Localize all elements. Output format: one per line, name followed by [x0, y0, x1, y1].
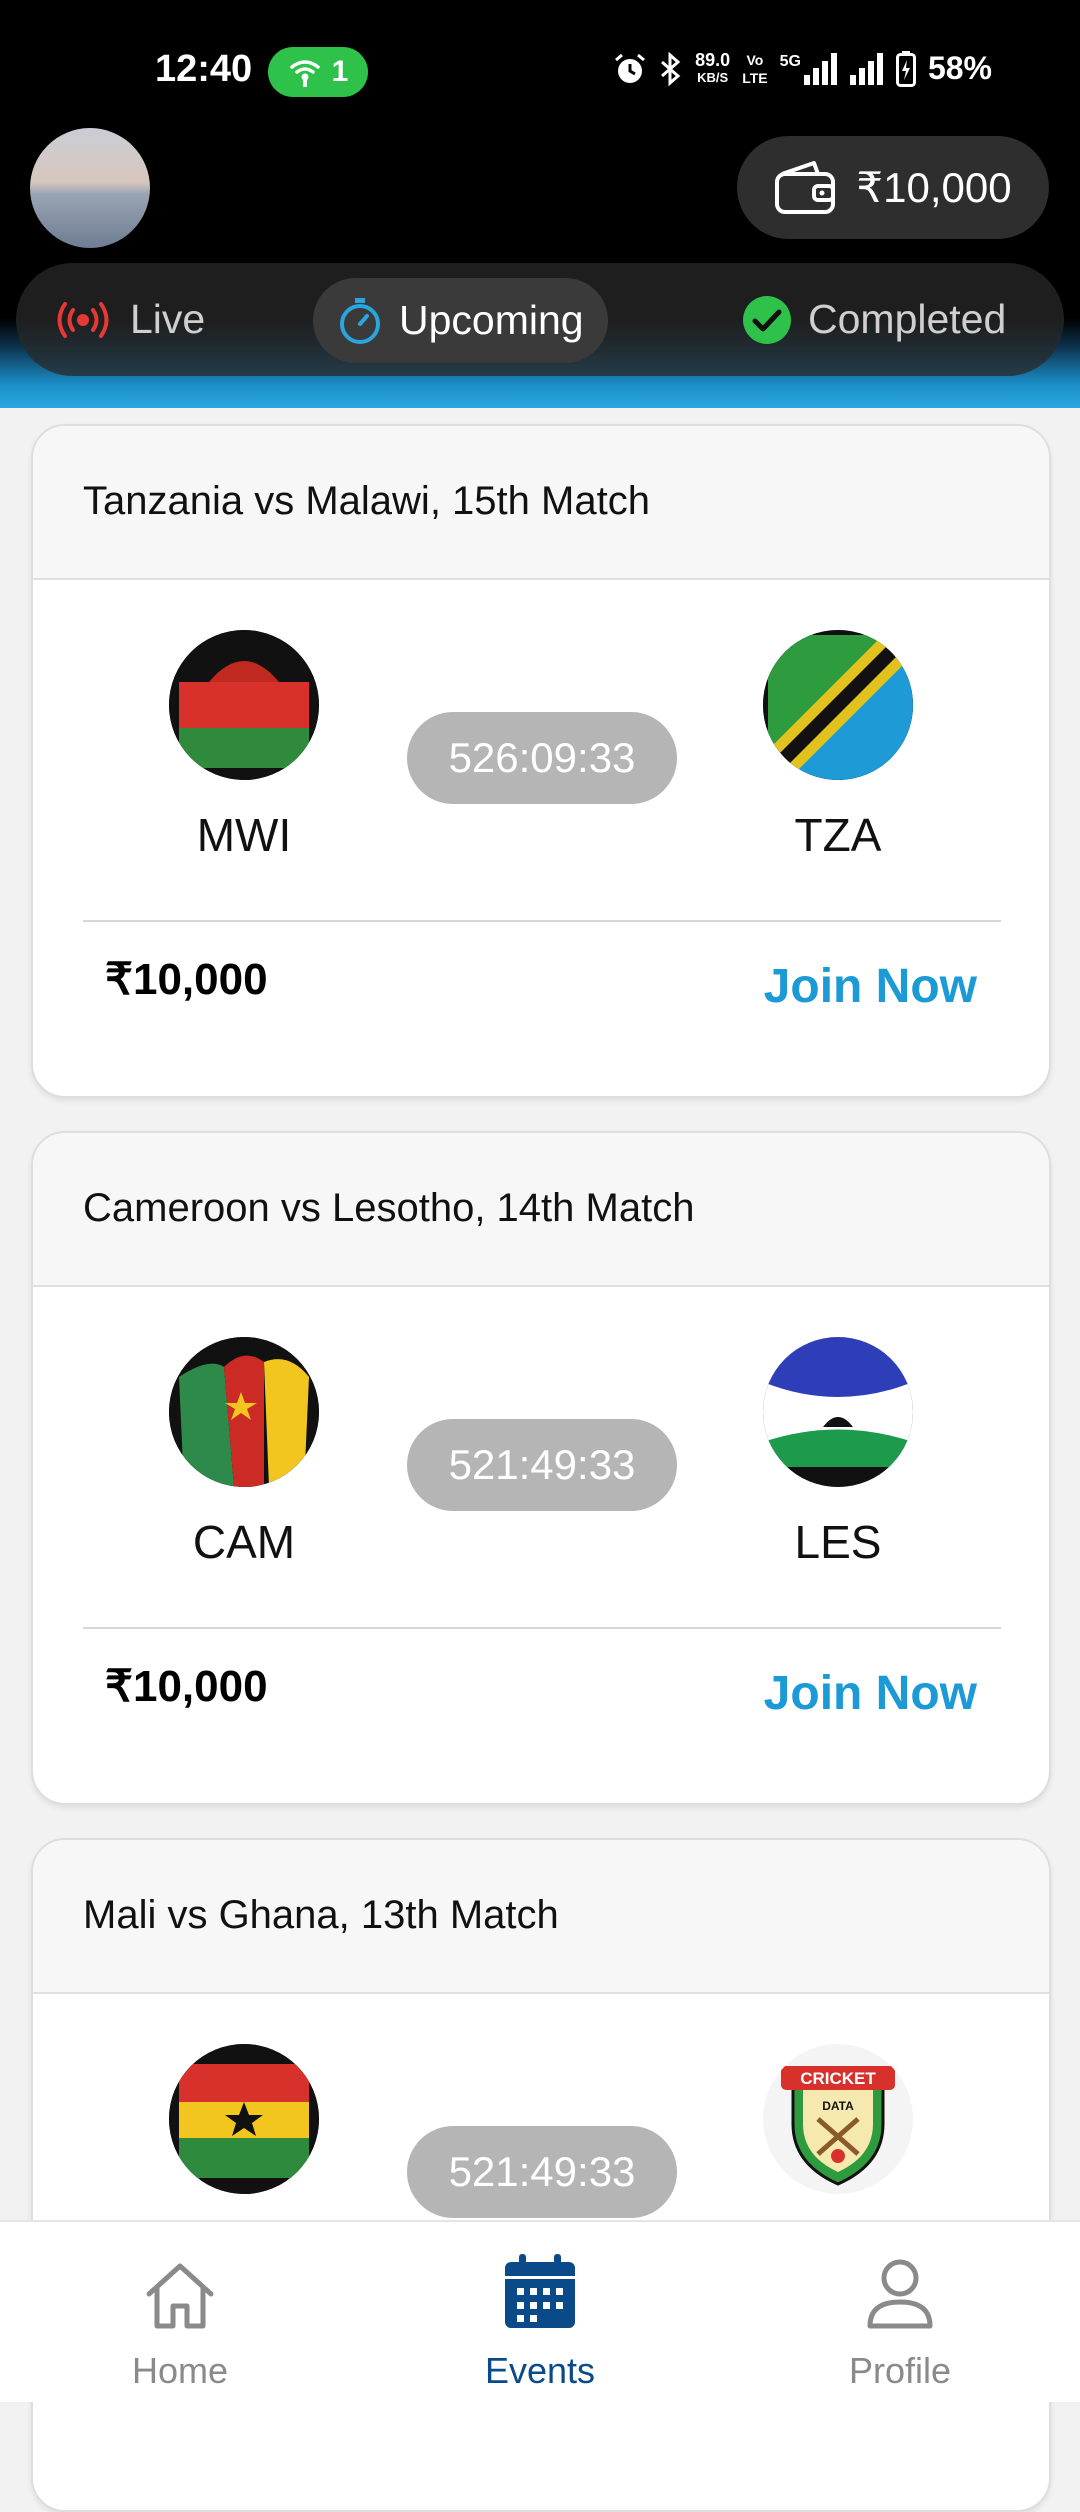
- team-left: MWI: [169, 630, 319, 862]
- signal-5g: 5G: [780, 52, 838, 85]
- signal-icon: [803, 52, 837, 85]
- net-speed: 89.0 KB/S: [695, 49, 731, 85]
- tab-upcoming-label: Upcoming: [399, 297, 584, 343]
- prize-amount: ₹10,000: [105, 955, 268, 1004]
- team-code-right: LES: [794, 1516, 882, 1568]
- nav-events-label: Events: [484, 2350, 596, 2391]
- nav-home[interactable]: Home: [70, 2244, 290, 2392]
- wallet-button[interactable]: ₹10,000: [737, 136, 1049, 239]
- nav-profile-label: Profile: [848, 2350, 952, 2391]
- bluetooth-icon: [661, 51, 681, 86]
- tab-completed-label: Completed: [808, 296, 1007, 342]
- hotspot-count: 1: [331, 55, 349, 88]
- tab-upcoming[interactable]: Upcoming: [313, 278, 608, 363]
- event-tabs: Live Upcoming Completed: [16, 263, 1064, 376]
- countdown-timer: 521:49:33: [407, 1419, 677, 1511]
- nav-events[interactable]: Events: [430, 2244, 650, 2392]
- battery-level: 58%: [927, 50, 992, 86]
- tab-live[interactable]: Live: [52, 263, 205, 376]
- match-card[interactable]: Cameroon vs Lesotho, 14th Match CAM 521:…: [31, 1131, 1051, 1805]
- hotspot-icon: [289, 60, 320, 87]
- hotspot-badge: 1: [268, 47, 368, 97]
- countdown-timer: 526:09:33: [407, 712, 677, 804]
- team-code-left: MWI: [196, 809, 292, 861]
- team-right: CRICKET DATA: [763, 2044, 913, 2194]
- status-time: 12:40: [155, 48, 253, 90]
- live-broadcast-icon: [57, 301, 109, 338]
- avatar[interactable]: [30, 128, 150, 248]
- malawi-flag-icon: [169, 630, 319, 780]
- tab-completed[interactable]: Completed: [742, 263, 1006, 376]
- user-icon: [867, 2259, 933, 2329]
- match-card-header: Mali vs Ghana, 13th Match: [33, 1840, 1049, 1994]
- match-card[interactable]: Tanzania vs Malawi, 15th Match MWI 526:0…: [31, 424, 1051, 1098]
- join-now-button[interactable]: Join Now: [764, 959, 977, 1014]
- lesotho-flag-icon: [763, 1337, 913, 1487]
- match-card-header: Cameroon vs Lesotho, 14th Match: [33, 1133, 1049, 1287]
- cricket-data-logo-icon: CRICKET DATA: [763, 2044, 913, 2194]
- status-icons: 89.0 KB/S Vo LTE 5G 58%: [613, 50, 992, 87]
- alarm-icon: [615, 53, 646, 83]
- signal-icon-2: [849, 52, 883, 85]
- prize-amount: ₹10,000: [105, 1662, 268, 1711]
- tanzania-flag-icon: [763, 630, 913, 780]
- battery-icon: [895, 50, 916, 87]
- divider: [83, 920, 1001, 922]
- status-bar: 12:40 1 89.0 KB/S Vo LTE 5G 58%: [0, 0, 1080, 130]
- countdown-timer: 521:49:33: [407, 2126, 677, 2218]
- divider: [83, 1627, 1001, 1629]
- team-code-left: CAM: [192, 1516, 296, 1568]
- match-title: Cameroon vs Lesotho, 14th Match: [83, 1186, 695, 1230]
- wallet-icon: [775, 160, 836, 214]
- team-code-right: TZA: [794, 809, 882, 861]
- team-left: [169, 2044, 319, 2194]
- nav-home-label: Home: [131, 2350, 229, 2391]
- wallet-balance: ₹10,000: [856, 164, 1012, 211]
- team-left: CAM: [169, 1337, 319, 1569]
- stopwatch-icon: [340, 297, 380, 344]
- team-right: TZA: [763, 630, 913, 862]
- match-card-header: Tanzania vs Malawi, 15th Match: [33, 426, 1049, 580]
- check-circle-icon: [743, 295, 791, 344]
- nav-profile[interactable]: Profile: [790, 2244, 1010, 2392]
- calendar-icon: [505, 2254, 575, 2328]
- match-title: Mali vs Ghana, 13th Match: [83, 1893, 559, 1937]
- volte-indicator: Vo LTE: [742, 51, 768, 86]
- join-now-button[interactable]: Join Now: [764, 1666, 977, 1721]
- svg-text:DATA: DATA: [822, 2099, 854, 2113]
- match-title: Tanzania vs Malawi, 15th Match: [83, 479, 650, 523]
- bottom-navigation: Home Events Profile: [0, 2220, 1080, 2402]
- ghana-flag-icon: [169, 2044, 319, 2194]
- match-card[interactable]: Mali vs Ghana, 13th Match 521:49:33 CRIC…: [31, 1838, 1051, 2512]
- home-icon: [146, 2263, 214, 2329]
- app-header: 12:40 1 89.0 KB/S Vo LTE 5G 58% ₹10,000 …: [0, 0, 1080, 408]
- svg-text:CRICKET: CRICKET: [800, 2069, 876, 2088]
- tab-live-label: Live: [130, 296, 206, 342]
- cameroon-flag-icon: [169, 1337, 319, 1487]
- team-right: LES: [763, 1337, 913, 1569]
